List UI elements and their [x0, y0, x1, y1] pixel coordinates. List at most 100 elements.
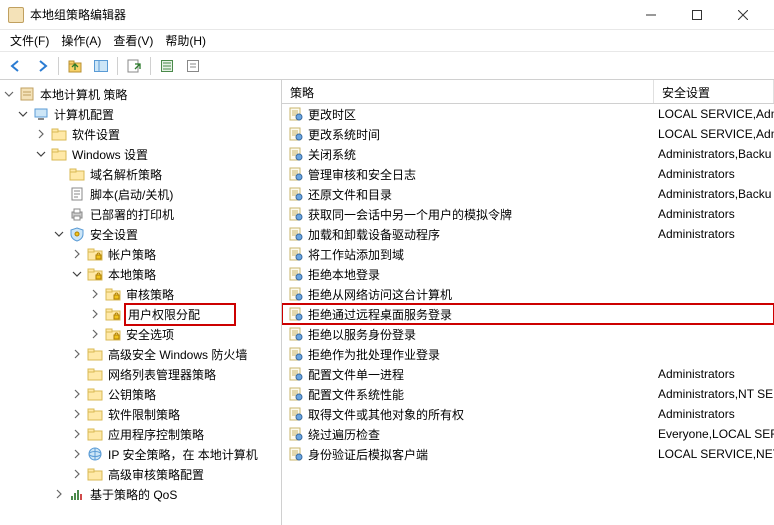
- chevron-right-icon[interactable]: [70, 449, 84, 459]
- menu-action[interactable]: 操作(A): [55, 30, 107, 51]
- tree-node[interactable]: 安全选项: [0, 324, 281, 344]
- tree-node[interactable]: 公钥策略: [0, 384, 281, 404]
- tree-node[interactable]: 基于策略的 QoS: [0, 484, 281, 504]
- back-button[interactable]: [4, 55, 28, 77]
- tree-node[interactable]: 安全设置: [0, 224, 281, 244]
- menubar: 文件(F) 操作(A) 查看(V) 帮助(H): [0, 30, 774, 52]
- forward-button[interactable]: [30, 55, 54, 77]
- tree-label: 网络列表管理器策略: [106, 365, 218, 384]
- policy-row[interactable]: 拒绝从网络访问这台计算机: [282, 284, 774, 304]
- policy-row[interactable]: 拒绝本地登录: [282, 264, 774, 284]
- tree-node[interactable]: 用户权限分配: [0, 304, 281, 324]
- tree-node[interactable]: 应用程序控制策略: [0, 424, 281, 444]
- policy-setting: Administrators: [656, 227, 774, 241]
- tree-node[interactable]: 脚本(启动/关机): [0, 184, 281, 204]
- policy-row[interactable]: 还原文件和目录Administrators,Backu: [282, 184, 774, 204]
- policy-item-icon: [288, 286, 304, 302]
- tree-node[interactable]: 高级审核策略配置: [0, 464, 281, 484]
- toolbar-separator: [150, 57, 151, 75]
- chevron-right-icon[interactable]: [52, 489, 66, 499]
- folder-icon: [87, 366, 103, 382]
- chevron-right-icon[interactable]: [70, 409, 84, 419]
- chevron-down-icon[interactable]: [16, 109, 30, 119]
- column-header-setting[interactable]: 安全设置: [654, 80, 774, 103]
- window-title: 本地组策略编辑器: [30, 6, 628, 23]
- chevron-down-icon[interactable]: [70, 269, 84, 279]
- tree-node[interactable]: 软件设置: [0, 124, 281, 144]
- tree-node[interactable]: IP 安全策略，在 本地计算机: [0, 444, 281, 464]
- policy-name: 更改系统时间: [308, 126, 656, 143]
- export-list-button[interactable]: [122, 55, 146, 77]
- policy-item-icon: [288, 246, 304, 262]
- tree-node[interactable]: Windows 设置: [0, 144, 281, 164]
- policy-row[interactable]: 绕过遍历检查Everyone,LOCAL SERV: [282, 424, 774, 444]
- close-button[interactable]: [720, 0, 766, 30]
- chevron-right-icon[interactable]: [70, 389, 84, 399]
- column-header-policy[interactable]: 策略: [282, 80, 654, 103]
- tree-label: 本地计算机 策略: [38, 85, 129, 104]
- folder-icon: [51, 126, 67, 142]
- folder-icon: [51, 146, 67, 162]
- policy-setting: LOCAL SERVICE,Adm: [656, 127, 774, 141]
- policy-row[interactable]: 管理审核和安全日志Administrators: [282, 164, 774, 184]
- tree-node[interactable]: 计算机配置: [0, 104, 281, 124]
- chevron-right-icon[interactable]: [34, 129, 48, 139]
- chevron-right-icon[interactable]: [88, 289, 102, 299]
- policy-row[interactable]: 更改时区LOCAL SERVICE,Adm: [282, 104, 774, 124]
- tree-node[interactable]: 本地策略: [0, 264, 281, 284]
- policy-item-icon: [288, 266, 304, 282]
- tree-node[interactable]: 高级安全 Windows 防火墙: [0, 344, 281, 364]
- ipsec-icon: [87, 446, 103, 462]
- chevron-right-icon[interactable]: [88, 329, 102, 339]
- chevron-right-icon[interactable]: [70, 469, 84, 479]
- policy-row[interactable]: 配置文件系统性能Administrators,NT SE: [282, 384, 774, 404]
- properties-button[interactable]: [181, 55, 205, 77]
- chevron-right-icon[interactable]: [70, 349, 84, 359]
- chevron-right-icon[interactable]: [70, 429, 84, 439]
- policy-item-icon: [288, 126, 304, 142]
- policy-row[interactable]: 更改系统时间LOCAL SERVICE,Adm: [282, 124, 774, 144]
- policy-row[interactable]: 将工作站添加到域: [282, 244, 774, 264]
- policy-name: 配置文件单一进程: [308, 366, 656, 383]
- policy-row[interactable]: 身份验证后模拟客户端LOCAL SERVICE,NET.: [282, 444, 774, 464]
- policy-name: 关闭系统: [308, 146, 656, 163]
- policy-name: 将工作站添加到域: [308, 246, 656, 263]
- tree-node[interactable]: 网络列表管理器策略: [0, 364, 281, 384]
- policy-row[interactable]: 拒绝作为批处理作业登录: [282, 344, 774, 364]
- show-hide-tree-button[interactable]: [89, 55, 113, 77]
- policy-setting: Administrators,Backu: [656, 187, 774, 201]
- policy-name: 拒绝作为批处理作业登录: [308, 346, 656, 363]
- policy-row[interactable]: 取得文件或其他对象的所有权Administrators: [282, 404, 774, 424]
- menu-file[interactable]: 文件(F): [4, 30, 55, 51]
- up-level-button[interactable]: [63, 55, 87, 77]
- policy-setting: Administrators: [656, 407, 774, 421]
- tree-pane[interactable]: 本地计算机 策略 计算机配置软件设置Windows 设置域名解析策略脚本(启动/…: [0, 80, 282, 525]
- minimize-button[interactable]: [628, 0, 674, 30]
- tree-root[interactable]: 本地计算机 策略: [0, 84, 281, 104]
- policy-row[interactable]: 关闭系统Administrators,Backu: [282, 144, 774, 164]
- maximize-button[interactable]: [674, 0, 720, 30]
- menu-help[interactable]: 帮助(H): [159, 30, 212, 51]
- tree-node[interactable]: 帐户策略: [0, 244, 281, 264]
- policy-row[interactable]: 获取同一会话中另一个用户的模拟令牌Administrators: [282, 204, 774, 224]
- tree-node[interactable]: 域名解析策略: [0, 164, 281, 184]
- tree-label: 用户权限分配: [124, 303, 236, 326]
- script-icon: [69, 186, 85, 202]
- policy-row[interactable]: 配置文件单一进程Administrators: [282, 364, 774, 384]
- policy-row[interactable]: 拒绝通过远程桌面服务登录: [282, 304, 774, 324]
- chevron-right-icon[interactable]: [70, 249, 84, 259]
- tree-node[interactable]: 已部署的打印机: [0, 204, 281, 224]
- printer-icon: [69, 206, 85, 222]
- chevron-down-icon[interactable]: [2, 89, 16, 99]
- menu-view[interactable]: 查看(V): [107, 30, 159, 51]
- refresh-button[interactable]: [155, 55, 179, 77]
- policy-row[interactable]: 拒绝以服务身份登录: [282, 324, 774, 344]
- chevron-down-icon[interactable]: [52, 229, 66, 239]
- tree-node[interactable]: 审核策略: [0, 284, 281, 304]
- tree-node[interactable]: 软件限制策略: [0, 404, 281, 424]
- policy-row[interactable]: 加载和卸载设备驱动程序Administrators: [282, 224, 774, 244]
- list-pane[interactable]: 策略 安全设置 更改时区LOCAL SERVICE,Adm更改系统时间LOCAL…: [282, 80, 774, 525]
- policy-name: 拒绝通过远程桌面服务登录: [308, 306, 656, 323]
- chevron-right-icon[interactable]: [88, 309, 102, 319]
- chevron-down-icon[interactable]: [34, 149, 48, 159]
